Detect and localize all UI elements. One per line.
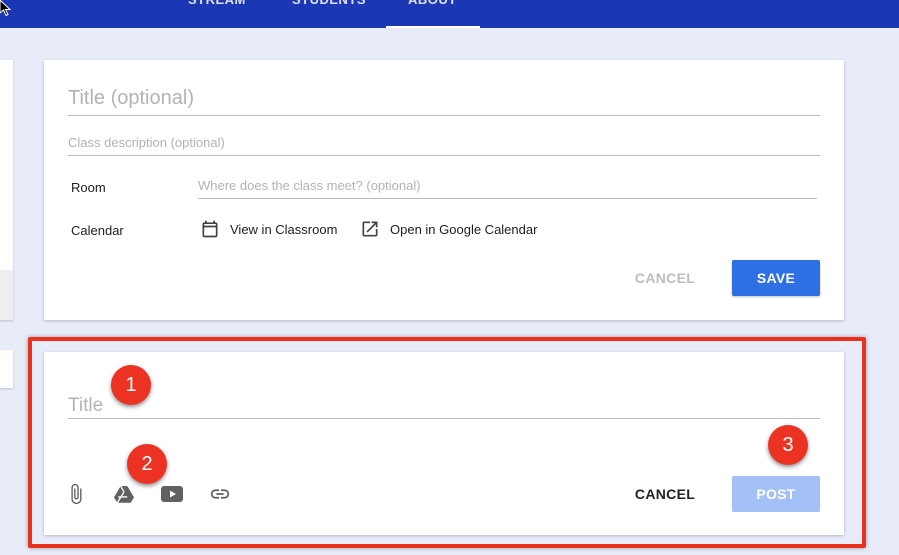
title-input[interactable]: Title (optional) — [68, 87, 194, 110]
description-underline — [68, 155, 820, 156]
tab-students[interactable]: STUDENTS — [292, 0, 366, 10]
view-in-classroom-link[interactable]: View in Classroom — [200, 219, 337, 239]
mouse-pointer-icon — [0, 0, 12, 16]
calendar-icon — [202, 220, 218, 238]
save-button[interactable]: SAVE — [732, 260, 820, 296]
left-side-card — [0, 60, 13, 320]
left-side-card-small — [0, 350, 13, 388]
open-in-new-icon — [362, 221, 378, 237]
open-google-calendar-label: Open in Google Calendar — [390, 221, 538, 237]
annotation-badge-2: 2 — [127, 444, 167, 484]
room-input[interactable]: Where does the class meet? (optional) — [198, 178, 421, 193]
cancel-button[interactable]: CANCEL — [622, 260, 708, 296]
view-in-classroom-label: View in Classroom — [230, 221, 338, 237]
left-card-footer — [0, 270, 13, 320]
app-bar: STREAM STUDENTS ABOUT — [0, 0, 899, 28]
class-details-card: Title (optional) Class description (opti… — [44, 60, 844, 320]
annotation-badge-1: 1 — [111, 365, 151, 405]
title-underline — [68, 115, 820, 116]
calendar-label: Calendar — [71, 223, 124, 238]
description-input[interactable]: Class description (optional) — [68, 135, 225, 150]
annotation-highlight-frame — [28, 337, 866, 548]
open-google-calendar-link[interactable]: Open in Google Calendar — [360, 219, 537, 239]
annotation-badge-3: 3 — [768, 425, 808, 465]
tab-about[interactable]: ABOUT — [408, 0, 457, 10]
room-label: Room — [71, 180, 106, 195]
room-underline — [198, 198, 817, 199]
tab-stream[interactable]: STREAM — [188, 0, 246, 10]
active-tab-indicator — [386, 26, 480, 28]
